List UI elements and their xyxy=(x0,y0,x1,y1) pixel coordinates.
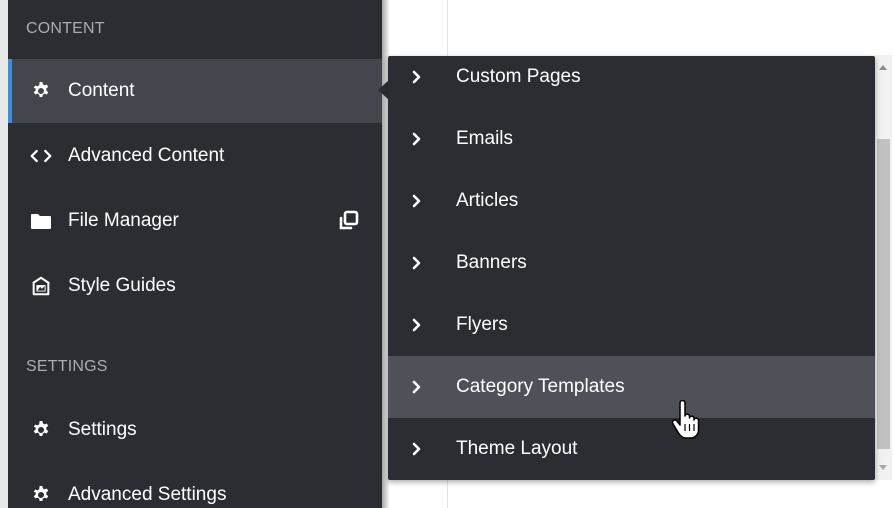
chevron-right-icon xyxy=(412,70,424,84)
chevron-right-icon xyxy=(412,442,424,456)
vertical-scrollbar[interactable] xyxy=(875,55,892,480)
style-guide-icon xyxy=(30,275,52,297)
flyout-item-label: Custom Pages xyxy=(456,66,581,87)
popout-window-icon[interactable] xyxy=(336,209,360,233)
flyout-item-emails[interactable]: Emails xyxy=(388,108,875,170)
chevron-right-icon xyxy=(412,318,424,332)
sidebar-item-advanced-settings[interactable]: Advanced Settings xyxy=(8,463,382,508)
sidebar: CONTENT Content Advanced Content File Ma… xyxy=(0,0,382,508)
chevron-right-icon xyxy=(412,380,424,394)
sidebar-item-label: Settings xyxy=(68,419,137,440)
hand-pointer-cursor-icon xyxy=(671,399,700,440)
sidebar-item-settings[interactable]: Settings xyxy=(8,398,382,462)
scrollbar-thumb[interactable] xyxy=(877,139,890,449)
section-header-settings: SETTINGS xyxy=(26,358,108,375)
flyout-item-label: Theme Layout xyxy=(456,438,578,459)
sidebar-item-file-manager[interactable]: File Manager xyxy=(8,189,382,253)
flyout-item-label: Banners xyxy=(456,252,527,273)
sidebar-item-label: Style Guides xyxy=(68,275,176,296)
gear-icon xyxy=(30,80,52,102)
chevron-right-icon xyxy=(412,194,424,208)
sidebar-item-style-guides[interactable]: Style Guides xyxy=(8,254,382,318)
sidebar-item-label: Content xyxy=(68,80,135,101)
sidebar-item-label: Advanced Settings xyxy=(68,484,227,505)
code-icon xyxy=(30,145,52,167)
flyout-item-theme-layout[interactable]: Theme Layout xyxy=(388,418,875,480)
gear-icon xyxy=(30,419,52,441)
sidebar-item-content[interactable]: Content xyxy=(8,59,382,123)
flyout-item-flyers[interactable]: Flyers xyxy=(388,294,875,356)
content-flyout-menu: Custom Pages Emails Articles Banners Fly… xyxy=(388,56,875,480)
chevron-right-icon xyxy=(412,132,424,146)
scroll-down-arrow-icon[interactable] xyxy=(879,465,887,470)
flyout-item-label: Emails xyxy=(456,128,514,149)
flyout-item-label: Articles xyxy=(456,190,519,211)
flyout-item-category-templates[interactable]: Category Templates xyxy=(388,356,875,418)
scroll-up-arrow-icon[interactable] xyxy=(879,65,887,70)
flyout-item-banners[interactable]: Banners xyxy=(388,232,875,294)
sidebar-item-advanced-content[interactable]: Advanced Content xyxy=(8,124,382,188)
flyout-item-label: Flyers xyxy=(456,314,508,335)
folder-icon xyxy=(30,210,52,232)
chevron-right-icon xyxy=(412,256,424,270)
section-header-content: CONTENT xyxy=(26,20,105,37)
sidebar-item-label: File Manager xyxy=(68,210,179,231)
gear-icon xyxy=(30,484,52,506)
flyout-item-articles[interactable]: Articles xyxy=(388,170,875,232)
sidebar-item-label: Advanced Content xyxy=(68,145,225,166)
flyout-item-label: Category Templates xyxy=(456,376,625,397)
flyout-item-custom-pages[interactable]: Custom Pages xyxy=(388,46,875,108)
